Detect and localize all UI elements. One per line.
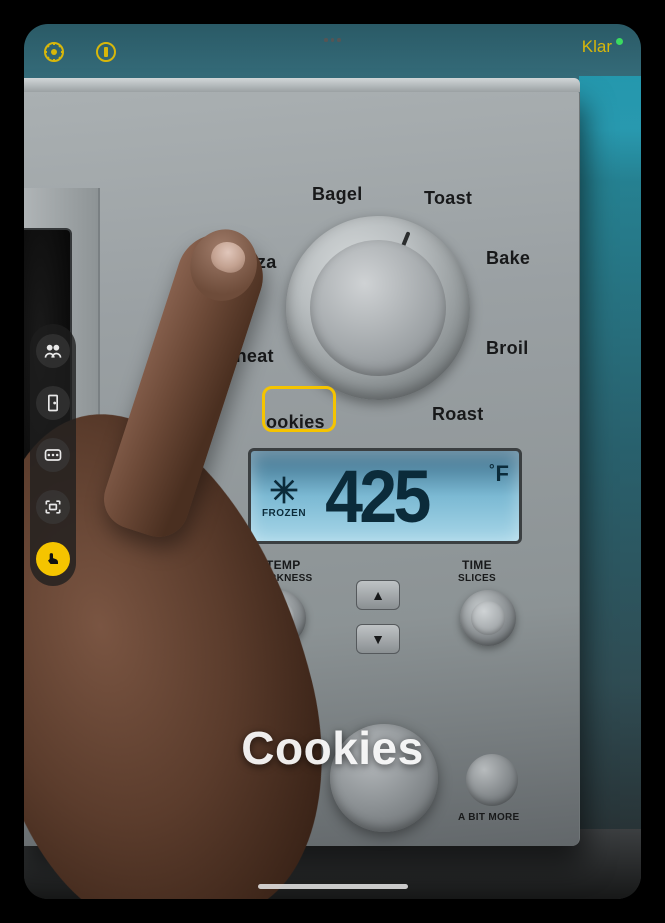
background-wall bbox=[579, 76, 641, 899]
up-arrow-button: ▲ bbox=[356, 580, 400, 610]
image-description-button[interactable] bbox=[36, 490, 70, 524]
status-ready: Klar bbox=[582, 37, 623, 57]
fingernail bbox=[208, 238, 250, 277]
door-detection-button[interactable] bbox=[36, 386, 70, 420]
tablet-frame: Klar gel okies Pizza Bagel Toast bbox=[0, 0, 665, 923]
time-knob bbox=[460, 590, 516, 646]
a-bit-more-button bbox=[466, 754, 518, 806]
camera-active-dot bbox=[616, 38, 623, 45]
flashlight-icon[interactable] bbox=[94, 40, 118, 64]
people-detection-button[interactable] bbox=[36, 334, 70, 368]
ready-label: Klar bbox=[582, 37, 612, 57]
multitask-indicator[interactable] bbox=[318, 38, 348, 46]
detection-highlight bbox=[262, 386, 336, 432]
magnifier-screen: Klar gel okies Pizza Bagel Toast bbox=[24, 24, 641, 899]
dial-label-bagel: Bagel bbox=[312, 184, 363, 205]
oven-top-edge bbox=[24, 78, 580, 92]
text-detection-button[interactable] bbox=[36, 438, 70, 472]
dial-label-broil: Broil bbox=[486, 338, 529, 359]
a-bit-more-label: A BIT MORE bbox=[458, 812, 520, 823]
bezel: Klar gel okies Pizza Bagel Toast bbox=[0, 0, 665, 923]
temperature-unit: ° F bbox=[489, 461, 509, 487]
down-arrow-button: ▼ bbox=[356, 624, 400, 654]
detection-mode-bar bbox=[30, 324, 76, 586]
function-knob bbox=[286, 216, 470, 400]
temperature-value: 425 bbox=[325, 454, 511, 539]
home-indicator[interactable] bbox=[258, 884, 408, 889]
time-label: TIME SLICES bbox=[458, 558, 496, 584]
frozen-indicator: FROZEN bbox=[251, 474, 317, 519]
settings-icon[interactable] bbox=[42, 40, 66, 64]
oven-display: FROZEN 425 ° F bbox=[248, 448, 522, 544]
dial-label-toast: Toast bbox=[424, 188, 472, 209]
detection-result-text: Cookies bbox=[241, 721, 423, 775]
point-and-speak-button[interactable] bbox=[36, 542, 70, 576]
camera-viewport[interactable]: gel okies Pizza Bagel Toast Bake Broil R… bbox=[24, 76, 641, 899]
top-toolbar bbox=[42, 40, 118, 64]
dial-label-roast: Roast bbox=[432, 404, 484, 425]
dial-label-bake: Bake bbox=[486, 248, 530, 269]
